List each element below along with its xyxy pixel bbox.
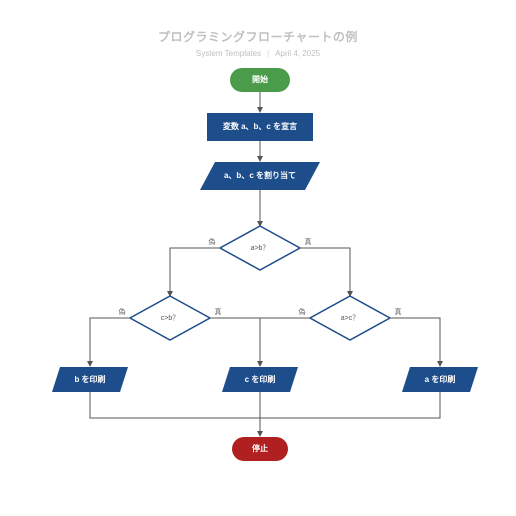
label-print-a: a を印刷 — [425, 374, 456, 384]
edge-d1-yes: 真 — [305, 237, 312, 246]
label-d3: a>c？ — [341, 314, 359, 322]
edge-d2-no: 偽 — [119, 307, 126, 316]
label-stop: 停止 — [252, 443, 268, 453]
edge-d3-no: 偽 — [299, 307, 306, 316]
label-d1: a>b？ — [251, 244, 270, 252]
date: April 4, 2025 — [275, 49, 320, 58]
edge-d2-yes: 真 — [215, 307, 222, 316]
edge-d1-no: 偽 — [209, 237, 216, 246]
flowchart: 開始 変数 a、b、c を宣言 a、b、c を割り当て a>b？ 偽 真 c>b… — [0, 58, 516, 508]
label-print-b: b を印刷 — [74, 374, 105, 384]
meta: System Templates|April 4, 2025 — [0, 49, 516, 58]
author: System Templates — [196, 49, 261, 58]
label-assign: a、b、c を割り当て — [224, 170, 296, 180]
edge-d3-yes: 真 — [395, 307, 402, 316]
label-print-c: c を印刷 — [245, 374, 276, 384]
label-declare: 変数 a、b、c を宣言 — [223, 121, 297, 131]
label-start: 開始 — [252, 74, 268, 84]
label-d2: c>b？ — [161, 314, 179, 322]
header: プログラミングフローチャートの例 System Templates|April … — [0, 0, 516, 58]
page-title: プログラミングフローチャートの例 — [0, 28, 516, 45]
